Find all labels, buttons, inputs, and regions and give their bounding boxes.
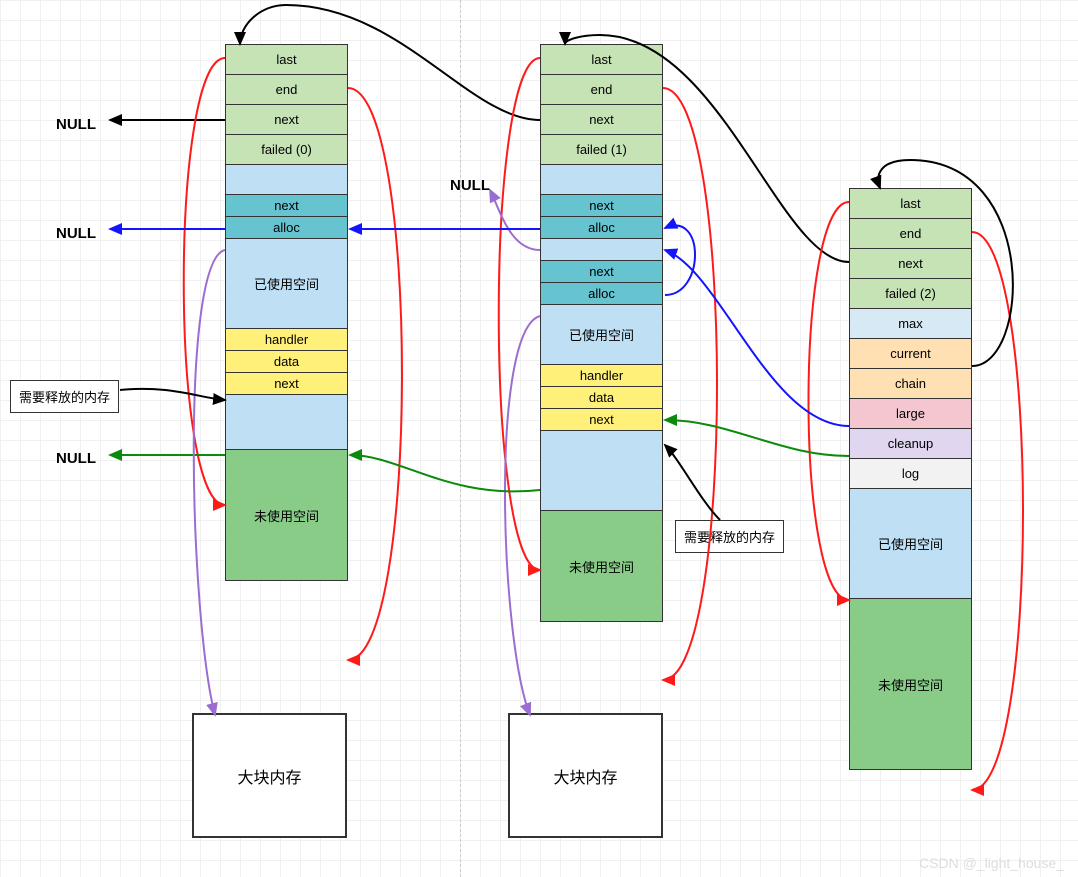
b1-list-next: next bbox=[226, 195, 347, 217]
null-label-2: NULL bbox=[56, 225, 96, 242]
b3-cleanup: cleanup bbox=[850, 429, 971, 459]
b1-next: next bbox=[226, 105, 347, 135]
b3-large: large bbox=[850, 399, 971, 429]
b3-chain: chain bbox=[850, 369, 971, 399]
b1-spacer2 bbox=[226, 395, 347, 450]
b2-unused: 未使用空间 bbox=[541, 511, 662, 621]
b2-end: end bbox=[541, 75, 662, 105]
b1-used: 已使用空间 bbox=[226, 239, 347, 329]
b1-data: data bbox=[226, 351, 347, 373]
b2-failed: failed (1) bbox=[541, 135, 662, 165]
b2-last: last bbox=[541, 45, 662, 75]
memory-block-1: last end next failed (0) next alloc 已使用空… bbox=[225, 44, 348, 581]
b3-end: end bbox=[850, 219, 971, 249]
b1-handler: handler bbox=[226, 329, 347, 351]
separator-1 bbox=[460, 0, 461, 877]
b3-current: current bbox=[850, 339, 971, 369]
b1-last: last bbox=[226, 45, 347, 75]
b3-unused: 未使用空间 bbox=[850, 599, 971, 769]
b2-l1-alloc: alloc bbox=[541, 217, 662, 239]
b3-failed: failed (2) bbox=[850, 279, 971, 309]
b1-spacer1 bbox=[226, 165, 347, 195]
b2-spacer1 bbox=[541, 165, 662, 195]
memory-block-3: last end next failed (2) max current cha… bbox=[849, 188, 972, 770]
b2-handler: handler bbox=[541, 365, 662, 387]
b3-max: max bbox=[850, 309, 971, 339]
b1-end: end bbox=[226, 75, 347, 105]
b1-h-next: next bbox=[226, 373, 347, 395]
b2-h-next: next bbox=[541, 409, 662, 431]
big-block-left: 大块内存 bbox=[192, 713, 347, 838]
b2-used: 已使用空间 bbox=[541, 305, 662, 365]
b2-spacer2 bbox=[541, 239, 662, 261]
memory-block-2: last end next failed (1) next alloc next… bbox=[540, 44, 663, 622]
null-label-1: NULL bbox=[56, 116, 96, 133]
b1-failed: failed (0) bbox=[226, 135, 347, 165]
b2-l1-next: next bbox=[541, 195, 662, 217]
b3-last: last bbox=[850, 189, 971, 219]
b2-l2-next: next bbox=[541, 261, 662, 283]
b1-list-alloc: alloc bbox=[226, 217, 347, 239]
note-release-2: 需要释放的内存 bbox=[675, 520, 784, 553]
b2-spacer3 bbox=[541, 431, 662, 511]
note-release-1: 需要释放的内存 bbox=[10, 380, 119, 413]
null-label-4: NULL bbox=[450, 177, 490, 194]
b3-used: 已使用空间 bbox=[850, 489, 971, 599]
b2-l2-alloc: alloc bbox=[541, 283, 662, 305]
null-label-3: NULL bbox=[56, 450, 96, 467]
b3-next: next bbox=[850, 249, 971, 279]
watermark: CSDN @_light_house_ bbox=[919, 855, 1064, 871]
b2-next: next bbox=[541, 105, 662, 135]
big-block-mid: 大块内存 bbox=[508, 713, 663, 838]
b1-unused: 未使用空间 bbox=[226, 450, 347, 580]
b2-data: data bbox=[541, 387, 662, 409]
b3-log: log bbox=[850, 459, 971, 489]
